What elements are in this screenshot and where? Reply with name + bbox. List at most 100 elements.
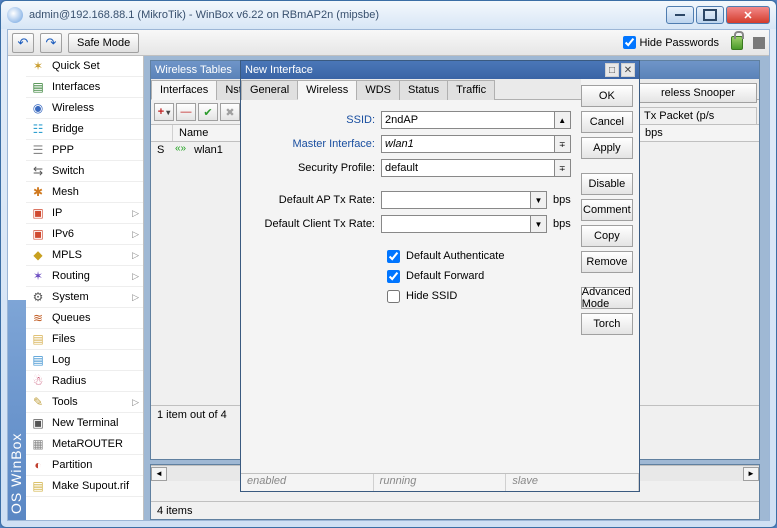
ic-quick-icon: ✶ [30, 58, 46, 74]
col-flag[interactable] [151, 125, 173, 141]
hide-ssid-checkbox[interactable] [387, 290, 400, 303]
default-forward-checkbox[interactable] [387, 270, 400, 283]
sidebar-item-system[interactable]: ⚙System▷ [26, 287, 143, 308]
tab-interfaces[interactable]: Interfaces [151, 80, 217, 100]
wireless-snooper-button[interactable]: reless Snooper [639, 83, 757, 103]
add-button[interactable]: + [154, 103, 174, 121]
sidebar-item-label: Bridge [52, 123, 84, 135]
form: SSID: ▲ Master Interface: ∓ [241, 100, 581, 314]
ok-button[interactable]: OK [581, 85, 633, 107]
ap-tx-rate-input[interactable] [381, 191, 531, 209]
right-panel: reless Snooper Tx Packet (p/s bps [639, 83, 757, 141]
sidebar-item-mpls[interactable]: ◆MPLS▷ [26, 245, 143, 266]
col-name[interactable]: Name [173, 125, 243, 141]
chevron-right-icon: ▷ [132, 229, 139, 240]
ic-rad-icon: ☃ [30, 373, 46, 389]
sidebar-item-log[interactable]: ▤Log [26, 350, 143, 371]
sidebar-item-bridge[interactable]: ☷Bridge [26, 119, 143, 140]
master-interface-select[interactable] [381, 135, 555, 153]
sidebar-item-interfaces[interactable]: ▤Interfaces [26, 77, 143, 98]
scroll-right-icon[interactable]: ► [743, 467, 759, 481]
ssid-label: SSID: [251, 114, 381, 126]
dialog-close-button[interactable]: ✕ [621, 63, 635, 77]
sidebar-item-label: Interfaces [52, 81, 100, 93]
sidebar-item-partition[interactable]: ◐Partition [26, 455, 143, 476]
ap-tx-label: Default AP Tx Rate: [251, 194, 381, 206]
master-dropdown-icon[interactable]: ∓ [555, 135, 571, 153]
tab-status[interactable]: Status [399, 80, 448, 100]
maximize-button[interactable] [696, 6, 724, 24]
sidebar-item-label: Routing [52, 270, 90, 282]
sidebar-item-routing[interactable]: ✶Routing▷ [26, 266, 143, 287]
ic-su-icon: ▤ [30, 478, 46, 494]
tab-traffic[interactable]: Traffic [447, 80, 495, 100]
sidebar-item-ip[interactable]: ▣IP▷ [26, 203, 143, 224]
remove-row-button[interactable]: — [176, 103, 196, 121]
sidebar-item-files[interactable]: ▤Files [26, 329, 143, 350]
dialog-title[interactable]: New Interface □ ✕ [241, 61, 639, 79]
tab-wds[interactable]: WDS [356, 80, 400, 100]
ic-pt-icon: ◐ [30, 457, 46, 473]
tx-packet-unit: bps [639, 125, 757, 141]
ic-ip-icon: ▣ [30, 205, 46, 221]
sidebar-item-metarouter[interactable]: ▦MetaROUTER [26, 434, 143, 455]
enable-button[interactable]: ✔ [198, 103, 218, 121]
advanced-mode-button[interactable]: Advanced Mode [581, 287, 633, 309]
torch-button[interactable]: Torch [581, 313, 633, 335]
minimize-button[interactable] [666, 6, 694, 24]
copy-button[interactable]: Copy [581, 225, 633, 247]
sidebar-item-label: MPLS [52, 249, 82, 261]
tab-wireless[interactable]: Wireless [297, 80, 357, 100]
sidebar-item-new-terminal[interactable]: ▣ New Terminal [26, 413, 143, 434]
sidebar-item-label: Mesh [52, 186, 79, 198]
apply-button[interactable]: Apply [581, 137, 633, 159]
default-authenticate-checkbox[interactable] [387, 250, 400, 263]
client-tx-down-icon[interactable]: ▼ [531, 215, 547, 233]
sidebar-item-wireless[interactable]: ◉Wireless [26, 98, 143, 119]
sidebar: OS WinBox ✶Quick Set▤Interfaces◉Wireless… [8, 56, 144, 520]
sidebar-item-queues[interactable]: ≋Queues [26, 308, 143, 329]
dialog-buttons: OK Cancel Apply Disable Comment Copy Rem… [581, 79, 639, 491]
sidebar-item-label: IPv6 [52, 228, 74, 240]
sidebar-item-tools[interactable]: ✎Tools▷ [26, 392, 143, 413]
sidebar-item-label: New Terminal [52, 417, 118, 429]
redo-button[interactable]: ↷ [40, 33, 62, 53]
security-profile-select[interactable] [381, 159, 555, 177]
ssid-up-icon[interactable]: ▲ [555, 111, 571, 129]
tab-general[interactable]: General [241, 80, 298, 100]
titlebar[interactable]: admin@192.168.88.1 (MikroTik) - WinBox v… [1, 1, 776, 29]
hide-passwords-checkbox[interactable]: Hide Passwords [623, 36, 719, 49]
comment-button[interactable]: Comment [581, 199, 633, 221]
remove-button[interactable]: Remove [581, 251, 633, 273]
ic-fl-icon: ▤ [30, 331, 46, 347]
scroll-left-icon[interactable]: ◄ [151, 467, 167, 481]
sidebar-item-quick-set[interactable]: ✶Quick Set [26, 56, 143, 77]
ic-ppp-icon: ☰ [30, 142, 46, 158]
dialog-tabs: General Wireless WDS Status Traffic [241, 79, 581, 100]
disable-button[interactable]: Disable [581, 173, 633, 195]
sidebar-item-ipv6[interactable]: ▣IPv6▷ [26, 224, 143, 245]
ssid-input[interactable] [381, 111, 555, 129]
client-tx-rate-input[interactable] [381, 215, 531, 233]
sidebar-item-ppp[interactable]: ☰ PPP [26, 140, 143, 161]
interface-icon: «» [173, 143, 188, 157]
col-tx-packet[interactable]: Tx Packet (p/s [639, 107, 757, 125]
close-button[interactable] [726, 6, 770, 24]
safe-mode-button[interactable]: Safe Mode [68, 33, 139, 53]
sidebar-item-mesh[interactable]: ✱Mesh [26, 182, 143, 203]
ap-tx-down-icon[interactable]: ▼ [531, 191, 547, 209]
sidebar-item-label: Make Supout.rif [52, 480, 129, 492]
undo-button[interactable]: ↶ [12, 33, 34, 53]
sidebar-item-label: PPP [52, 144, 74, 156]
sidebar-item-switch[interactable]: ⇆Switch [26, 161, 143, 182]
sidebar-item-make-supout.rif[interactable]: ▤ Make Supout.rif [26, 476, 143, 497]
sidebar-item-radius[interactable]: ☃Radius [26, 371, 143, 392]
disable-button[interactable]: ✖ [220, 103, 240, 121]
window-title: admin@192.168.88.1 (MikroTik) - WinBox v… [29, 9, 664, 21]
new-interface-dialog[interactable]: New Interface □ ✕ General Wireless WDS S… [240, 60, 640, 492]
sidebar-item-label: Wireless [52, 102, 94, 114]
cancel-button[interactable]: Cancel [581, 111, 633, 133]
security-dropdown-icon[interactable]: ∓ [555, 159, 571, 177]
dialog-max-button[interactable]: □ [605, 63, 619, 77]
ic-nt-icon: ▣ [30, 415, 46, 431]
